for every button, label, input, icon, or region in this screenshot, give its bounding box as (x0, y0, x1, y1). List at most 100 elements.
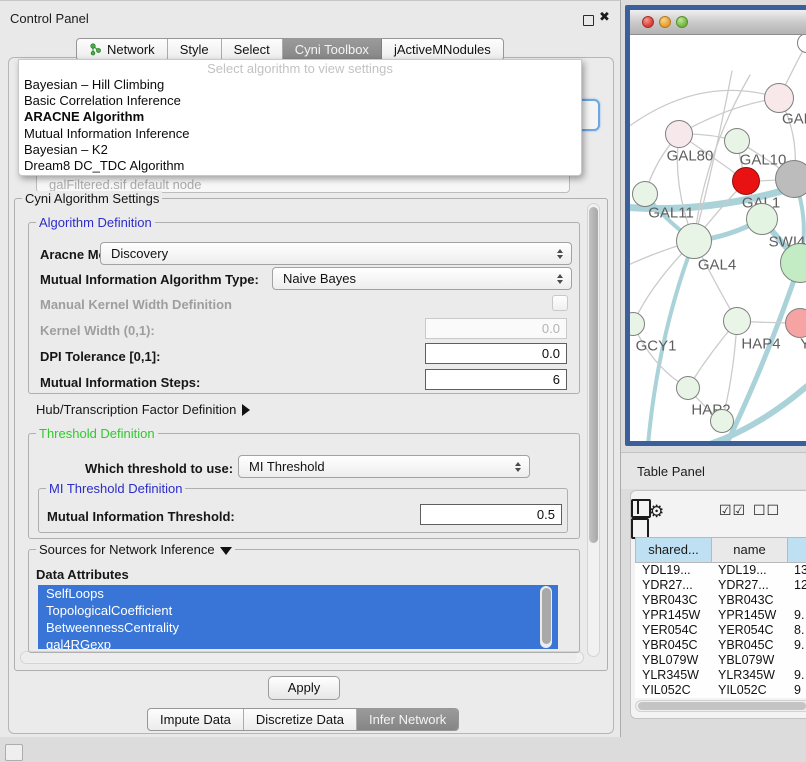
table-h-scrollbar[interactable] (635, 700, 806, 712)
network-node-gal4[interactable] (676, 223, 712, 259)
network-node-bottom-node[interactable] (710, 409, 734, 433)
aracne-mode-combo[interactable]: Discovery (100, 242, 572, 265)
dpi-tolerance-field[interactable]: 0.0 (425, 343, 567, 364)
cyni-settings-group-title: Cyni Algorithm Settings (22, 191, 162, 206)
mi-type-combo[interactable]: Naive Bayes (272, 267, 572, 290)
tab-infer-network[interactable]: Infer Network (357, 709, 458, 730)
table-row[interactable]: YIL052CYIL052C9 (635, 683, 806, 698)
scrollbar-thumb[interactable] (542, 588, 551, 644)
node-label-gal7: GAL (782, 111, 806, 128)
gear-icon[interactable]: ⚙ (649, 502, 664, 522)
network-node-hap4[interactable] (723, 307, 751, 335)
apply-button[interactable]: Apply (268, 676, 340, 700)
dropdown-item-bayesian-hill-climbing[interactable]: Bayesian – Hill Climbing (19, 77, 581, 93)
data-attributes-list[interactable]: SelfLoopsTopologicalCoefficientBetweenne… (38, 585, 558, 649)
settings-v-scrollbar[interactable] (587, 203, 600, 657)
control-panel-window: Control Panel ✖ Network Style Select Cyni T… (0, 0, 621, 737)
combo-value: Naive Bayes (283, 271, 356, 286)
which-threshold-combo[interactable]: MI Threshold (238, 455, 530, 478)
control-panel-header: Control Panel ✖ (0, 6, 620, 31)
deselect-all-checkboxes-icon[interactable]: ☐☐ (753, 502, 780, 519)
dropdown-item-bayesian-k2[interactable]: Bayesian – K2 (19, 142, 581, 158)
manual-kernel-label: Manual Kernel Width Definition (40, 297, 232, 312)
scrollbar-thumb[interactable] (21, 653, 577, 662)
attributes-v-scrollbar[interactable] (540, 586, 552, 648)
scrollbar-thumb[interactable] (589, 207, 598, 543)
sources-group-title[interactable]: Sources for Network Inference (36, 542, 235, 557)
attribute-item-betweennesscentrality[interactable]: BetweennessCentrality (38, 619, 558, 636)
table-cell: YIL052C (711, 683, 787, 698)
table-row[interactable]: YBR045CYBR045C9. (635, 638, 806, 653)
dpi-tolerance-label: DPI Tolerance [0,1]: (40, 349, 160, 364)
table-cell: YPR145W (635, 608, 711, 623)
network-node-gal10[interactable] (724, 128, 750, 154)
table-cell: YDL19... (635, 563, 711, 578)
table-row[interactable]: YPR145WYPR145W9. (635, 608, 806, 623)
tab-label: Style (180, 42, 209, 57)
document-icon[interactable] (631, 518, 649, 539)
attribute-item-selfloops[interactable]: SelfLoops (38, 585, 558, 602)
dropdown-item-aracne-algorithm[interactable]: ARACNE Algorithm (19, 109, 581, 125)
split-columns-icon[interactable] (631, 499, 651, 518)
tab-label: Discretize Data (256, 712, 344, 727)
attribute-item-topologicalcoefficient[interactable]: TopologicalCoefficient (38, 602, 558, 619)
algorithm-dropdown-list: Select algorithm to view settings Bayesi… (18, 59, 582, 176)
table-cell: YPR145W (711, 608, 787, 623)
table-row[interactable]: YLR345WYLR345W9. (635, 668, 806, 683)
window-zoom-icon[interactable] (676, 16, 688, 28)
dropdown-item-basic-correlation-inference[interactable]: Basic Correlation Inference (19, 93, 581, 109)
network-node-gal80[interactable] (665, 120, 693, 148)
column-header-shared[interactable]: shared... (635, 537, 711, 563)
select-all-checkboxes-icon[interactable]: ☑☑ (719, 502, 746, 519)
mi-steps-label: Mutual Information Steps: (40, 375, 200, 390)
close-icon[interactable]: ✖ (599, 9, 610, 25)
network-node-gal1[interactable] (732, 167, 760, 195)
kernel-width-field[interactable]: 0.0 (425, 318, 567, 339)
table-row[interactable]: YBR043CYBR043C (635, 593, 806, 608)
network-canvas[interactable]: GALGAL80GAL10GAL1GAL11SWI4GAL4HAP4GCY1YH… (630, 35, 806, 441)
tab-label: Select (234, 42, 270, 57)
window-close-icon[interactable] (642, 16, 654, 28)
table-cell: 9. (787, 608, 806, 623)
network-node-gray-node[interactable] (775, 160, 806, 198)
table-row[interactable]: YER054CYER054C8. (635, 623, 806, 638)
table-row[interactable]: YDL19...YDL19...13 (635, 563, 806, 578)
table-row[interactable]: YDR27...YDR27...12 (635, 578, 806, 593)
network-node-gal7[interactable] (764, 83, 794, 113)
network-node-gal11[interactable] (632, 181, 658, 207)
tab-network[interactable]: Network (77, 39, 168, 60)
table-cell (787, 593, 806, 608)
tab-select[interactable]: Select (222, 39, 283, 60)
network-node-hap2[interactable] (676, 376, 700, 400)
table-panel-header: Table Panel (621, 452, 806, 489)
table-panel-title: Table Panel (637, 464, 705, 479)
network-node-swi4[interactable] (746, 203, 778, 235)
tab-label: Cyni Toolbox (295, 42, 369, 57)
network-window-titlebar[interactable] (630, 10, 806, 35)
manual-kernel-checkbox[interactable] (552, 295, 568, 311)
mi-steps-field[interactable]: 6 (425, 369, 567, 390)
scrollbar-thumb[interactable] (638, 702, 806, 710)
column-header-2[interactable] (787, 537, 806, 563)
tab-jactivemnodules[interactable]: jActiveMNodules (382, 39, 503, 60)
mi-threshold-field[interactable]: 0.5 (420, 504, 562, 525)
tab-style[interactable]: Style (168, 39, 222, 60)
column-header-name[interactable]: name (711, 537, 787, 563)
kernel-width-label: Kernel Width (0,1): (40, 323, 155, 338)
network-edge[interactable] (630, 90, 779, 130)
table-cell: YBL079W (711, 653, 787, 668)
table-cell: 9. (787, 638, 806, 653)
dropdown-item-mutual-information-inference[interactable]: Mutual Information Inference (19, 126, 581, 142)
tab-cyni-toolbox[interactable]: Cyni Toolbox (283, 39, 382, 60)
tab-discretize-data[interactable]: Discretize Data (244, 709, 357, 730)
sources-title-text: Sources for Network Inference (39, 542, 215, 557)
dropdown-item-dream8-dc-tdc-algorithm[interactable]: Dream8 DC_TDC Algorithm (19, 158, 581, 174)
collapsed-panel-button[interactable] (5, 744, 23, 761)
table-row[interactable]: YBL079WYBL079W (635, 653, 806, 668)
float-panel-icon[interactable] (583, 15, 594, 26)
hub-definition-toggle[interactable]: Hub/Transcription Factor Definition (36, 402, 250, 417)
attribute-item-gal4rgexp[interactable]: gal4RGexp (38, 636, 558, 649)
window-minimize-icon[interactable] (659, 16, 671, 28)
tab-impute-data[interactable]: Impute Data (148, 709, 244, 730)
table-cell: YDL19... (711, 563, 787, 578)
